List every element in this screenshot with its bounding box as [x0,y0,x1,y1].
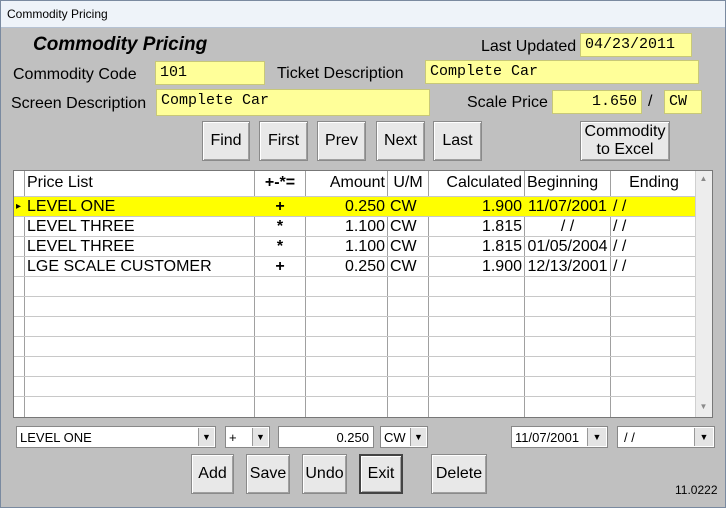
beginning-date-value: 11/07/2001 [515,430,580,445]
first-button[interactable]: First [259,121,308,161]
um-combo-value: CW [384,430,406,445]
cell-beginning[interactable]: 01/05/2004 [525,237,610,257]
add-button[interactable]: Add [191,454,234,494]
cell-op[interactable]: * [255,217,305,237]
cell-amount[interactable]: 0.250 [306,197,387,217]
title-bar: Commodity Pricing [1,1,725,28]
cell-price-list[interactable]: LGE SCALE CUSTOMER [25,257,254,277]
col-header-um[interactable]: U/M [388,171,428,195]
cell-um[interactable]: CW [388,217,428,237]
chevron-down-icon[interactable]: ▼ [252,428,268,446]
price-list-grid[interactable]: Price List +-*= Amount U/M Calculated Be… [13,170,713,418]
cell-calculated[interactable]: 1.815 [429,217,524,237]
cell-op[interactable]: + [255,257,305,277]
ending-date-picker[interactable]: / / ▼ [617,426,715,448]
cell-ending[interactable]: / / [611,197,697,217]
version-label: 11.0222 [675,483,718,497]
col-header-ending[interactable]: Ending [611,171,697,195]
cell-amount[interactable]: 1.100 [306,237,387,257]
commodity-code-label: Commodity Code [13,66,137,83]
ending-date-value: / / [624,430,635,445]
col-header-price-list[interactable]: Price List [25,171,254,195]
grid-scrollbar[interactable]: ▲ ▼ [695,171,712,417]
col-header-calculated[interactable]: Calculated [429,171,524,195]
ticket-description-field[interactable]: Complete Car [425,60,699,84]
scale-price-unit-field[interactable]: CW [664,90,702,114]
cell-ending[interactable]: / / [611,257,697,277]
table-row[interactable]: ▸ LEVEL ONE +0.250 CW 1.900 11/07/2001/ / [14,196,698,216]
next-button[interactable]: Next [376,121,425,161]
cell-calculated[interactable]: 1.900 [429,197,524,217]
empty-table-row[interactable] [14,336,698,356]
price-list-combo[interactable]: LEVEL ONE ▼ [16,426,216,448]
arrow-up-icon[interactable]: ▲ [698,174,709,186]
save-button[interactable]: Save [246,454,290,494]
screen-description-field[interactable]: Complete Car [156,89,430,116]
cell-beginning[interactable]: 11/07/2001 [525,197,610,217]
cell-um[interactable]: CW [388,257,428,277]
commodity-to-excel-button[interactable]: Commodity to Excel [580,121,670,161]
cell-price-list[interactable]: LEVEL ONE [25,197,254,217]
empty-table-row[interactable] [14,316,698,336]
price-list-combo-value: LEVEL ONE [20,430,92,445]
excel-button-line1: Commodity [584,123,666,140]
excel-button-line2: to Excel [596,141,654,158]
amount-field[interactable]: 0.250 [278,426,374,448]
chevron-down-icon[interactable]: ▼ [587,428,606,446]
chevron-down-icon[interactable]: ▼ [410,428,426,446]
cell-amount[interactable]: 1.100 [306,217,387,237]
cell-um[interactable]: CW [388,237,428,257]
cell-price-list[interactable]: LEVEL THREE [25,217,254,237]
chevron-down-icon[interactable]: ▼ [198,428,214,446]
window-title: Commodity Pricing [7,7,108,21]
empty-table-row[interactable] [14,276,698,296]
cell-beginning[interactable]: / / [525,217,610,237]
scale-price-separator: / [648,93,653,110]
cell-amount[interactable]: 0.250 [306,257,387,277]
exit-button[interactable]: Exit [359,454,403,494]
col-header-amount[interactable]: Amount [306,171,387,195]
last-button[interactable]: Last [433,121,482,161]
ticket-description-label: Ticket Description [277,65,404,82]
scale-price-field[interactable]: 1.650 [552,90,642,114]
cell-op[interactable]: + [255,197,305,217]
col-header-beginning[interactable]: Beginning [525,171,610,195]
empty-table-row[interactable] [14,396,698,416]
table-row[interactable]: LEVEL THREE * 1.100 CW 1.815 01/05/2004/ / [14,236,698,256]
col-header-operator[interactable]: +-*= [255,171,305,195]
find-button[interactable]: Find [202,121,250,161]
cell-op[interactable]: * [255,237,305,257]
arrow-down-icon[interactable]: ▼ [698,402,709,414]
last-updated-field[interactable]: 04/23/2011 [580,33,692,57]
cell-ending[interactable]: / / [611,217,697,237]
cell-beginning[interactable]: 12/13/2001 [525,257,610,277]
delete-button[interactable]: Delete [431,454,487,494]
um-combo[interactable]: CW ▼ [380,426,428,448]
undo-button[interactable]: Undo [302,454,347,494]
commodity-code-field[interactable]: 101 [155,61,265,85]
prev-button[interactable]: Prev [317,121,366,161]
chevron-down-icon[interactable]: ▼ [694,428,713,446]
table-row[interactable]: LEVEL THREE * 1.100 CW 1.815/ / / / [14,216,698,236]
scale-price-label: Scale Price [467,94,548,111]
empty-table-row[interactable] [14,356,698,376]
form-heading: Commodity Pricing [33,34,208,55]
cell-ending[interactable]: / / [611,237,697,257]
last-updated-label: Last Updated [481,38,577,55]
commodity-pricing-window: Commodity Pricing Commodity Pricing Last… [0,0,726,508]
empty-table-row[interactable] [14,376,698,396]
beginning-date-picker[interactable]: 11/07/2001 ▼ [511,426,608,448]
cell-calculated[interactable]: 1.900 [429,257,524,277]
table-row[interactable]: LGE SCALE CUSTOMER +0.250 CW 1.900 12/13/200… [14,256,698,276]
operator-combo[interactable]: + ▼ [225,426,270,448]
operator-combo-value: + [229,430,237,445]
empty-table-row[interactable] [14,296,698,316]
cell-um[interactable]: CW [388,197,428,217]
cell-calculated[interactable]: 1.815 [429,237,524,257]
record-indicator-icon: ▸ [16,201,22,212]
screen-description-label: Screen Description [11,95,147,112]
cell-price-list[interactable]: LEVEL THREE [25,237,254,257]
